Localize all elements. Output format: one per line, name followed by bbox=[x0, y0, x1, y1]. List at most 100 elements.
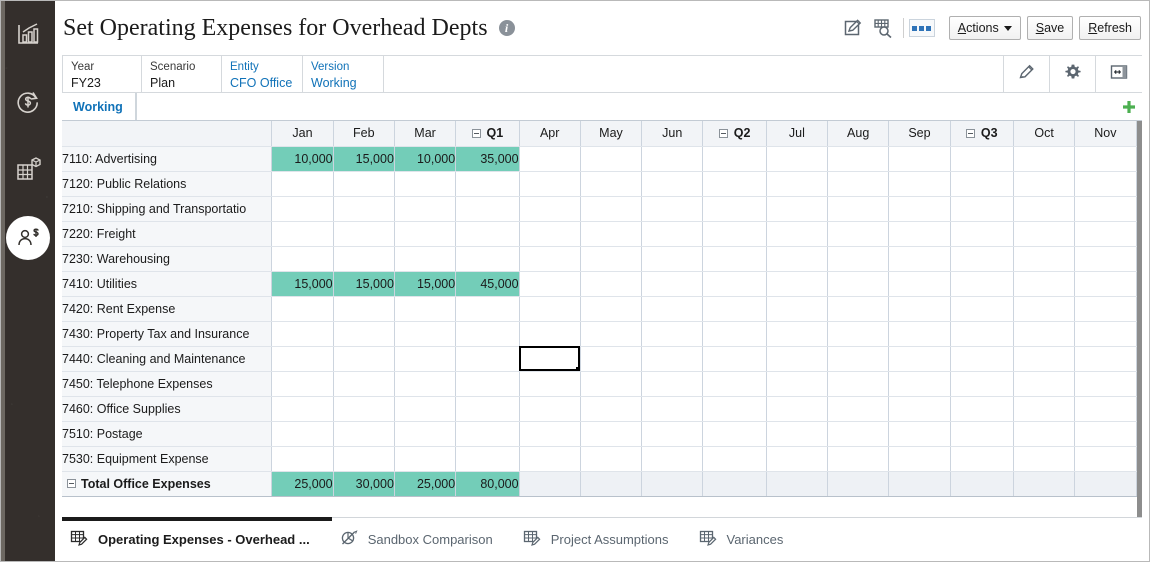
form-tab-operating-expenses[interactable]: Operating Expenses - Overhead ... bbox=[62, 517, 332, 561]
grid-cell[interactable] bbox=[394, 171, 457, 197]
grid-cell[interactable] bbox=[333, 296, 395, 322]
grid-cell[interactable] bbox=[888, 396, 951, 422]
grid-cell[interactable] bbox=[1013, 271, 1076, 297]
grid-cell[interactable] bbox=[766, 221, 829, 247]
grid-cell[interactable] bbox=[766, 346, 829, 372]
grid-cell[interactable] bbox=[455, 246, 520, 272]
grid-cell[interactable] bbox=[766, 321, 829, 347]
grid-cell[interactable] bbox=[888, 246, 951, 272]
grid-cell[interactable] bbox=[271, 171, 334, 197]
grid-cell[interactable] bbox=[766, 296, 829, 322]
grid-cell[interactable] bbox=[519, 146, 581, 172]
grid-cell[interactable] bbox=[333, 196, 395, 222]
grid-cell[interactable] bbox=[455, 346, 520, 372]
grid-cell[interactable] bbox=[271, 421, 334, 447]
grid-cell[interactable] bbox=[455, 171, 520, 197]
grid-cell[interactable] bbox=[519, 171, 581, 197]
row-header-cell[interactable]: 7230: Warehousing bbox=[62, 246, 273, 272]
sidebar-item-dashboards[interactable] bbox=[1, 7, 55, 61]
grid-cell[interactable] bbox=[1074, 471, 1137, 497]
grid-cell[interactable] bbox=[519, 321, 581, 347]
grid-cell[interactable] bbox=[1074, 346, 1137, 372]
grid-cell[interactable] bbox=[519, 346, 581, 372]
grid-cell[interactable] bbox=[1013, 421, 1076, 447]
grid-cell[interactable] bbox=[827, 321, 890, 347]
grid-cell[interactable] bbox=[641, 196, 704, 222]
more-options-button[interactable] bbox=[908, 19, 935, 37]
row-header-cell[interactable]: 7450: Telephone Expenses bbox=[62, 371, 273, 397]
row-header-cell[interactable]: 7430: Property Tax and Insurance bbox=[62, 321, 273, 347]
column-header-aug[interactable]: Aug bbox=[827, 121, 890, 147]
grid-cell[interactable] bbox=[888, 446, 951, 472]
grid-cell[interactable] bbox=[580, 421, 643, 447]
grid-cell[interactable] bbox=[1074, 146, 1137, 172]
collapse-toggle-q2[interactable] bbox=[718, 128, 728, 138]
grid-cell[interactable] bbox=[827, 246, 890, 272]
grid-cell[interactable] bbox=[519, 396, 581, 422]
grid-cell[interactable] bbox=[702, 296, 767, 322]
row-header-cell[interactable]: 7530: Equipment Expense bbox=[62, 446, 273, 472]
column-header-q1[interactable]: Q1 bbox=[455, 121, 520, 147]
grid-cell[interactable] bbox=[702, 196, 767, 222]
grid-cell[interactable] bbox=[766, 246, 829, 272]
grid-cell[interactable] bbox=[271, 346, 334, 372]
column-header-jan[interactable]: Jan bbox=[271, 121, 334, 147]
info-icon[interactable]: i bbox=[498, 20, 515, 36]
grid-cell[interactable] bbox=[580, 196, 643, 222]
column-header-may[interactable]: May bbox=[580, 121, 643, 147]
grid-cell[interactable] bbox=[519, 221, 581, 247]
grid-cell[interactable] bbox=[394, 321, 457, 347]
column-header-jul[interactable]: Jul bbox=[766, 121, 829, 147]
grid-cell[interactable]: 30,000 bbox=[333, 471, 395, 497]
grid-cell[interactable] bbox=[394, 396, 457, 422]
grid-cell[interactable] bbox=[950, 446, 1014, 472]
grid-cell[interactable]: 45,000 bbox=[455, 271, 520, 297]
grid-cell[interactable] bbox=[394, 371, 457, 397]
grid-cell[interactable] bbox=[1074, 271, 1137, 297]
grid-cell[interactable] bbox=[1013, 321, 1076, 347]
grid-cell[interactable] bbox=[888, 421, 951, 447]
grid-cell[interactable] bbox=[827, 446, 890, 472]
grid-cell[interactable] bbox=[702, 471, 767, 497]
save-button[interactable]: Save bbox=[1026, 16, 1074, 40]
grid-cell[interactable] bbox=[455, 221, 520, 247]
grid-cell[interactable]: 25,000 bbox=[271, 471, 334, 497]
grid-cell[interactable] bbox=[641, 396, 704, 422]
grid-cell[interactable] bbox=[1013, 346, 1076, 372]
collapse-toggle-q1[interactable] bbox=[471, 128, 481, 138]
grid-cell[interactable] bbox=[580, 221, 643, 247]
grid-cell[interactable] bbox=[519, 246, 581, 272]
grid-cell[interactable] bbox=[394, 446, 457, 472]
grid-cell[interactable] bbox=[1074, 221, 1137, 247]
tab-working[interactable]: Working bbox=[62, 93, 137, 120]
grid-cell[interactable] bbox=[394, 246, 457, 272]
grid-cell[interactable] bbox=[888, 371, 951, 397]
grid-cell[interactable] bbox=[702, 346, 767, 372]
sidebar-item-cubes[interactable] bbox=[1, 143, 55, 197]
grid-cell[interactable] bbox=[827, 196, 890, 222]
grid-cell[interactable] bbox=[702, 421, 767, 447]
grid-cell[interactable] bbox=[1074, 321, 1137, 347]
column-header-oct[interactable]: Oct bbox=[1013, 121, 1076, 147]
grid-cell[interactable] bbox=[641, 346, 704, 372]
row-header-cell[interactable]: 7460: Office Supplies bbox=[62, 396, 273, 422]
data-grid[interactable]: JanFebMarQ1AprMayJunQ2JulAugSepQ3OctNovD… bbox=[62, 120, 1142, 517]
grid-cell[interactable] bbox=[641, 171, 704, 197]
grid-cell[interactable] bbox=[1013, 396, 1076, 422]
collapse-toggle-total[interactable] bbox=[67, 479, 76, 488]
grid-cell[interactable] bbox=[950, 196, 1014, 222]
grid-cell[interactable] bbox=[641, 221, 704, 247]
grid-cell[interactable] bbox=[827, 296, 890, 322]
grid-cell[interactable] bbox=[950, 246, 1014, 272]
grid-cell[interactable] bbox=[580, 171, 643, 197]
sidebar-item-financials[interactable] bbox=[1, 75, 55, 129]
grid-cell[interactable] bbox=[271, 446, 334, 472]
edit-icon[interactable] bbox=[838, 13, 868, 43]
grid-cell[interactable]: 35,000 bbox=[455, 146, 520, 172]
grid-cell[interactable] bbox=[827, 171, 890, 197]
grid-cell[interactable] bbox=[271, 221, 334, 247]
grid-cell[interactable] bbox=[580, 396, 643, 422]
form-tab-project-assumptions[interactable]: Project Assumptions bbox=[515, 518, 691, 561]
grid-cell[interactable] bbox=[827, 396, 890, 422]
grid-cell[interactable] bbox=[888, 296, 951, 322]
